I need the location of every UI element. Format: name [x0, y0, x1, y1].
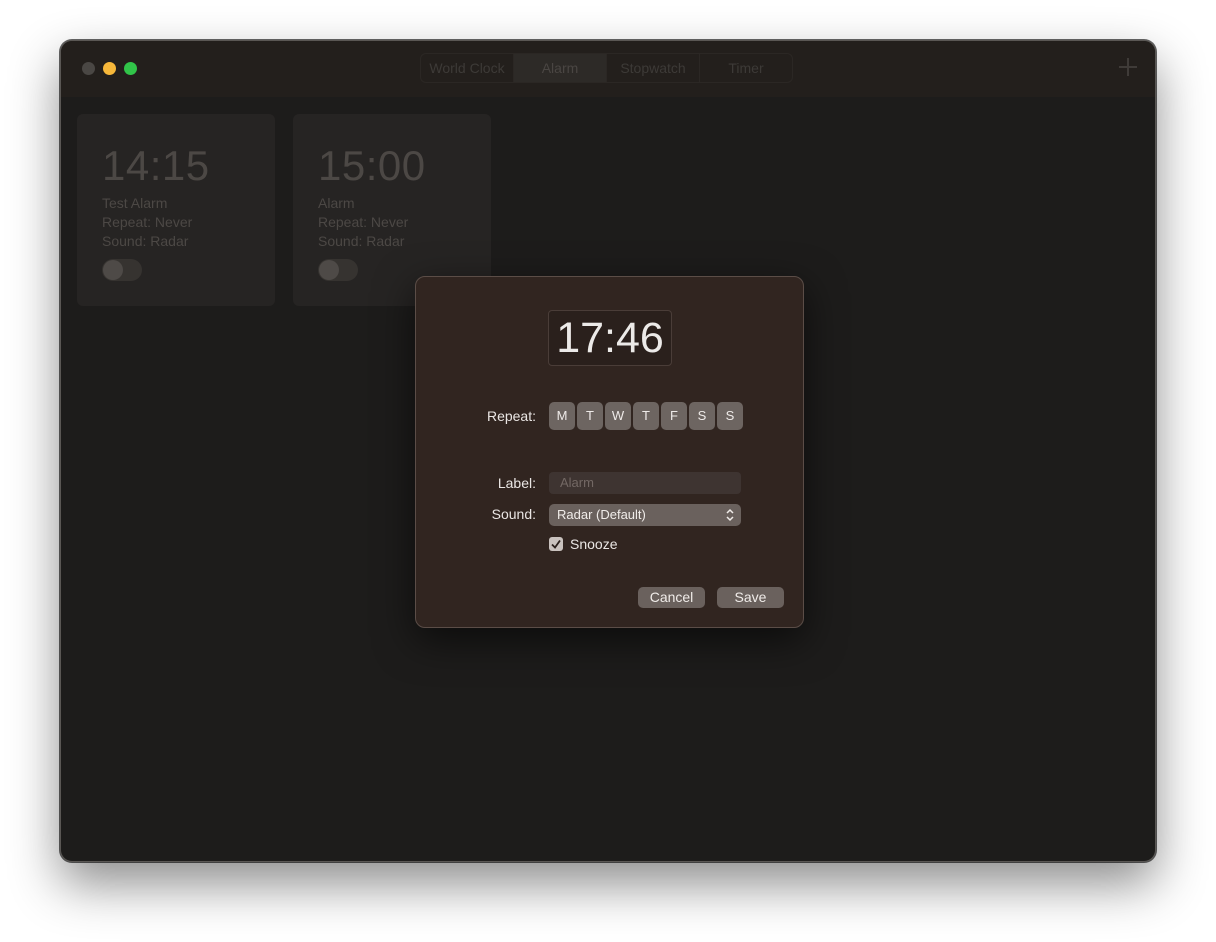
alarm-sound: Sound: Radar	[318, 233, 405, 249]
day-sunday-button[interactable]: S	[717, 402, 743, 430]
tab-timer[interactable]: Timer	[700, 54, 792, 82]
alarm-toggle[interactable]	[102, 259, 142, 281]
edit-alarm-dialog: 17:46 Repeat: M T W T F S S Label: Alarm…	[415, 276, 804, 628]
sound-select-value: Radar (Default)	[557, 507, 646, 522]
repeat-label: Repeat:	[486, 408, 536, 424]
up-down-chevron-icon	[726, 508, 734, 522]
time-picker[interactable]: 17:46	[548, 310, 672, 366]
alarm-time: 15:00	[318, 142, 426, 189]
alarm-time: 14:15	[102, 142, 210, 189]
cancel-button[interactable]: Cancel	[638, 587, 705, 608]
tab-stopwatch[interactable]: Stopwatch	[607, 54, 700, 82]
minimize-window-button[interactable]	[103, 62, 116, 75]
alarm-name: Test Alarm	[102, 195, 168, 211]
day-friday-button[interactable]: F	[661, 402, 687, 430]
alarm-toggle[interactable]	[318, 259, 358, 281]
title-bar: World Clock Alarm Stopwatch Timer	[61, 41, 1155, 97]
checkmark-icon	[551, 539, 561, 549]
toggle-knob	[103, 260, 123, 280]
repeat-days: M T W T F S S	[549, 402, 743, 430]
alarm-sound: Sound: Radar	[102, 233, 189, 249]
tab-world-clock[interactable]: World Clock	[421, 54, 514, 82]
day-tuesday-button[interactable]: T	[577, 402, 603, 430]
day-thursday-button[interactable]: T	[633, 402, 659, 430]
plus-icon[interactable]	[1119, 58, 1137, 76]
snooze-checkbox[interactable]	[549, 537, 563, 551]
sound-select[interactable]: Radar (Default)	[549, 504, 741, 526]
snooze-label: Snooze	[570, 536, 618, 552]
view-tabs: World Clock Alarm Stopwatch Timer	[420, 53, 793, 83]
day-wednesday-button[interactable]: W	[605, 402, 631, 430]
day-saturday-button[interactable]: S	[689, 402, 715, 430]
sound-label: Sound:	[491, 506, 536, 522]
day-monday-button[interactable]: M	[549, 402, 575, 430]
toggle-knob	[319, 260, 339, 280]
alarm-name: Alarm	[318, 195, 355, 211]
label-input[interactable]: Alarm	[549, 472, 741, 494]
maximize-window-button[interactable]	[124, 62, 137, 75]
close-window-button[interactable]	[82, 62, 95, 75]
tab-alarm[interactable]: Alarm	[514, 54, 607, 82]
alarm-repeat: Repeat: Never	[318, 214, 409, 230]
alarm-card[interactable]: 14:15 Test Alarm Repeat: Never Sound: Ra…	[77, 114, 275, 306]
clock-app-window: World Clock Alarm Stopwatch Timer 14:15 …	[60, 40, 1156, 862]
alarm-repeat: Repeat: Never	[102, 214, 193, 230]
save-button[interactable]: Save	[717, 587, 784, 608]
label-field-label: Label:	[497, 475, 536, 491]
